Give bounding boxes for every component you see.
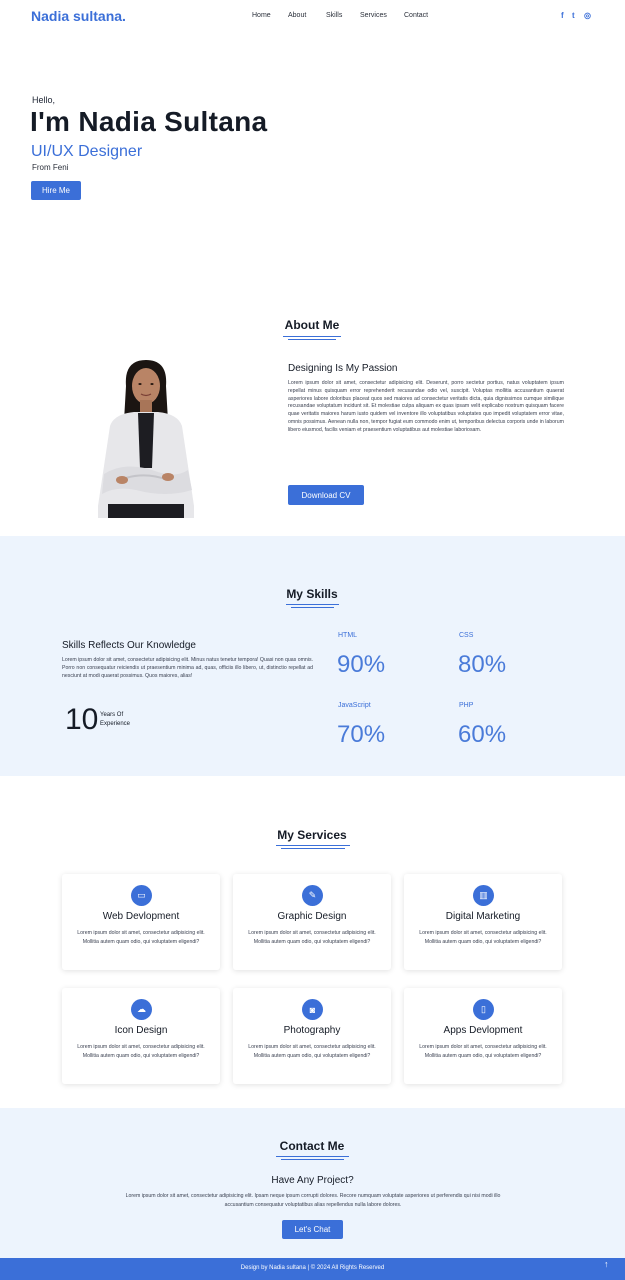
about-title-underline	[283, 336, 341, 337]
contact-title: Contact Me	[279, 1139, 345, 1153]
skill-name-css: CSS	[459, 632, 474, 639]
service-text: Lorem ipsum dolor sit amet, consectetur …	[248, 1044, 376, 1059]
nav-home[interactable]: Home	[252, 12, 271, 19]
nav-skills[interactable]: Skills	[326, 12, 342, 19]
hire-me-button[interactable]: Hire Me	[31, 181, 81, 200]
years-label-line2: Experience	[100, 721, 131, 727]
skills-title: My Skills	[286, 587, 338, 601]
services-title-underline	[276, 845, 350, 846]
about-paragraph: Lorem ipsum dolor sit amet, consectetur …	[288, 380, 564, 433]
hero-greeting: Hello,	[32, 95, 56, 105]
camera-icon: ◙	[302, 999, 323, 1020]
services-title: My Services	[277, 828, 347, 842]
service-card-photography[interactable]: ◙ Photography Lorem ipsum dolor sit amet…	[233, 988, 391, 1084]
lets-chat-button[interactable]: Let's Chat	[282, 1220, 343, 1239]
chart-icon: ▥	[473, 885, 494, 906]
pen-icon: ✎	[302, 885, 323, 906]
service-title: Photography	[283, 1025, 341, 1036]
skill-name-javascript: JavaScript	[338, 702, 371, 709]
cloud-icon: ☁	[131, 999, 152, 1020]
nav-about[interactable]: About	[288, 12, 306, 19]
service-text: Lorem ipsum dolor sit amet, consectetur …	[77, 930, 205, 945]
skill-value-html: 90%	[337, 651, 386, 678]
skills-title-underline-2	[291, 607, 334, 608]
hero-name: I'm Nadia Sultana	[30, 106, 268, 137]
services-title-underline-2	[281, 848, 345, 849]
skills-subtitle: Skills Reflects Our Knowledge	[62, 640, 196, 651]
service-title: Graphic Design	[277, 911, 347, 922]
service-title: Icon Design	[114, 1025, 168, 1036]
about-title-underline-2	[288, 339, 336, 340]
nav-services[interactable]: Services	[360, 12, 387, 19]
years-number: 10	[65, 703, 99, 736]
skills-title-underline	[286, 604, 339, 605]
contact-title-underline-2	[281, 1159, 344, 1160]
arrow-up-icon[interactable]: ↑	[604, 1259, 609, 1269]
hero-role: UI/UX Designer	[31, 143, 143, 160]
monitor-icon: ▭	[131, 885, 152, 906]
facebook-icon[interactable]: f	[561, 11, 564, 20]
skills-paragraph: Lorem ipsum dolor sit amet, consectetur …	[62, 657, 313, 679]
instagram-icon[interactable]: ◎	[584, 11, 591, 20]
service-card-graphic[interactable]: ✎ Graphic Design Lorem ipsum dolor sit a…	[233, 874, 391, 970]
contact-subtitle: Have Any Project?	[271, 1175, 354, 1186]
skill-value-css: 80%	[458, 651, 507, 678]
service-text: Lorem ipsum dolor sit amet, consectetur …	[419, 1044, 547, 1059]
mobile-icon: ▯	[473, 999, 494, 1020]
skill-name-html: HTML	[338, 632, 358, 639]
service-card-web[interactable]: ▭ Web Devlopment Lorem ipsum dolor sit a…	[62, 874, 220, 970]
nav-contact[interactable]: Contact	[404, 12, 428, 19]
service-text: Lorem ipsum dolor sit amet, consectetur …	[77, 1044, 205, 1059]
service-title: Web Devlopment	[102, 911, 180, 922]
years-label-line1: Years Of	[100, 712, 124, 718]
service-title: Digital Marketing	[445, 911, 521, 922]
years-label: Years Of Experience	[100, 711, 130, 729]
contact-title-underline	[276, 1156, 349, 1157]
about-subtitle: Designing Is My Passion	[288, 363, 398, 374]
about-title: About Me	[284, 318, 340, 332]
service-title: Apps Devlopment	[443, 1025, 523, 1036]
skills-section	[0, 536, 625, 776]
service-card-icon-design[interactable]: ☁ Icon Design Lorem ipsum dolor sit amet…	[62, 988, 220, 1084]
skill-value-php: 60%	[458, 721, 507, 748]
hero-location: From Feni	[32, 163, 69, 172]
twitter-icon[interactable]: t	[572, 11, 575, 20]
service-text: Lorem ipsum dolor sit amet, consectetur …	[419, 930, 547, 945]
service-card-marketing[interactable]: ▥ Digital Marketing Lorem ipsum dolor si…	[404, 874, 562, 970]
download-cv-button[interactable]: Download CV	[288, 485, 364, 505]
contact-paragraph: Lorem ipsum dolor sit amet, consectetur …	[125, 1193, 501, 1208]
skill-name-php: PHP	[459, 702, 474, 709]
profile-photo	[98, 360, 194, 518]
service-card-apps[interactable]: ▯ Apps Devlopment Lorem ipsum dolor sit …	[404, 988, 562, 1084]
service-text: Lorem ipsum dolor sit amet, consectetur …	[248, 930, 376, 945]
footer-copyright: Design by Nadia sultana | © 2024 All Rig…	[240, 1265, 385, 1271]
skill-value-javascript: 70%	[337, 721, 386, 748]
brand-logo[interactable]: Nadia sultana.	[31, 8, 126, 24]
